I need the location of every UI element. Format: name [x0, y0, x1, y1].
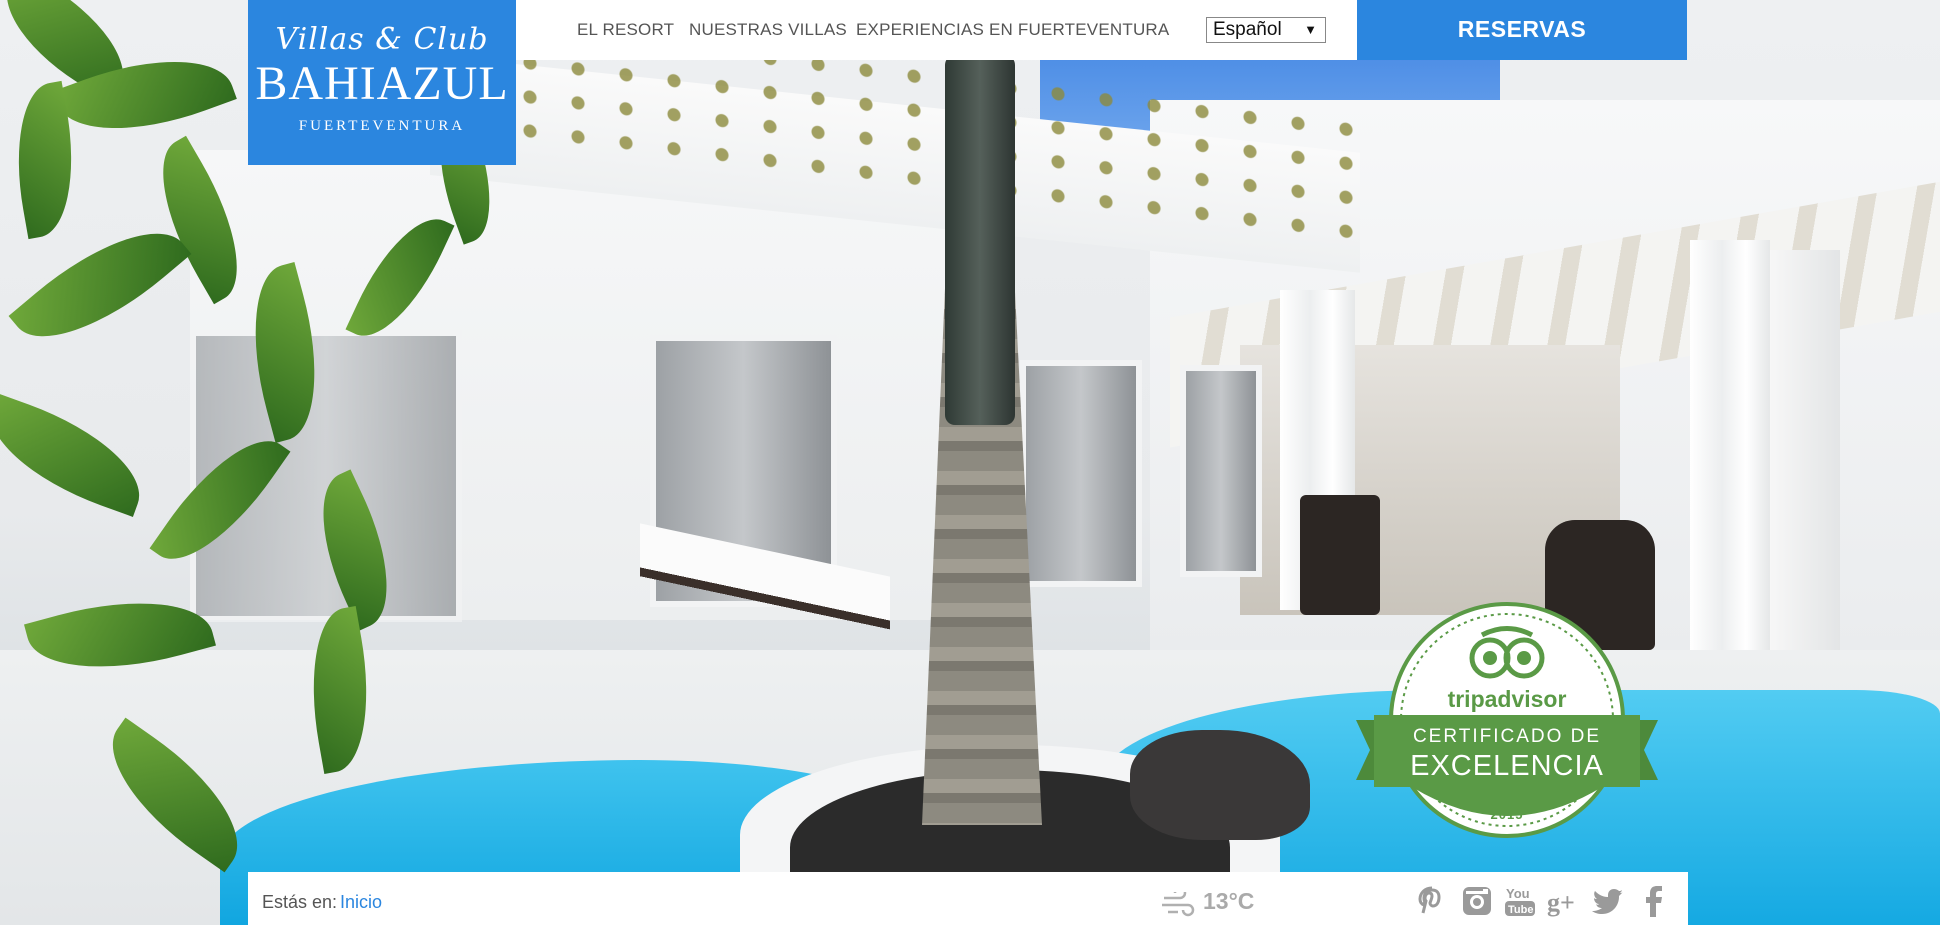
glass-door: [1180, 365, 1262, 577]
dropdown-arrow-icon: ▼: [1304, 22, 1317, 37]
pinterest-icon[interactable]: [1415, 884, 1449, 918]
svg-text:g+: g+: [1547, 888, 1575, 917]
language-select-value: Español: [1213, 19, 1282, 40]
reservas-button[interactable]: RESERVAS: [1357, 0, 1687, 60]
nav-item-el-resort[interactable]: EL RESORT: [577, 20, 674, 40]
badge-line1: CERTIFICADO DE: [1412, 726, 1602, 747]
twitter-icon[interactable]: [1591, 884, 1625, 918]
glass-door: [1020, 360, 1142, 587]
curtain: [1690, 240, 1770, 660]
logo-location: FUERTEVENTURA: [298, 118, 466, 134]
badge-brand: tripadvisor: [1447, 686, 1567, 712]
badge-year: 2015: [1490, 807, 1524, 822]
logo-script-text: Villas & Club: [275, 22, 489, 57]
breadcrumb-label: Estás en:: [262, 892, 338, 912]
temperature: 13°C: [1203, 888, 1255, 914]
svg-text:You: You: [1506, 886, 1530, 901]
column: [1770, 250, 1840, 690]
language-select[interactable]: Español ▼: [1206, 17, 1326, 43]
svg-text:Tube: Tube: [1508, 904, 1533, 916]
instagram-icon[interactable]: [1460, 884, 1494, 918]
google-plus-icon[interactable]: g+: [1547, 884, 1581, 918]
palm-trunk-top: [945, 55, 1015, 425]
nav-item-nuestras-villas[interactable]: NUESTRAS VILLAS: [689, 20, 847, 40]
badge-line2: EXCELENCIA: [1410, 750, 1604, 782]
facebook-icon[interactable]: [1637, 884, 1671, 918]
chair: [1300, 495, 1380, 615]
breadcrumb-link-inicio[interactable]: Inicio: [340, 892, 382, 913]
tripadvisor-badge[interactable]: tripadvisor CERTIFICADO DE EXCELENCIA 20…: [1352, 600, 1662, 845]
footer-bar: Estás en: Inicio 13°C You Tube g+: [248, 872, 1688, 925]
logo[interactable]: Villas & Club BAHIAZUL FUERTEVENTURA: [248, 0, 516, 165]
wind-icon: [1162, 892, 1195, 917]
youtube-icon[interactable]: You Tube: [1503, 884, 1537, 918]
logo-name: BAHIAZUL: [255, 57, 509, 110]
lava-rock: [1130, 730, 1310, 840]
nav-item-experiencias[interactable]: EXPERIENCIAS EN FUERTEVENTURA: [856, 20, 1169, 40]
